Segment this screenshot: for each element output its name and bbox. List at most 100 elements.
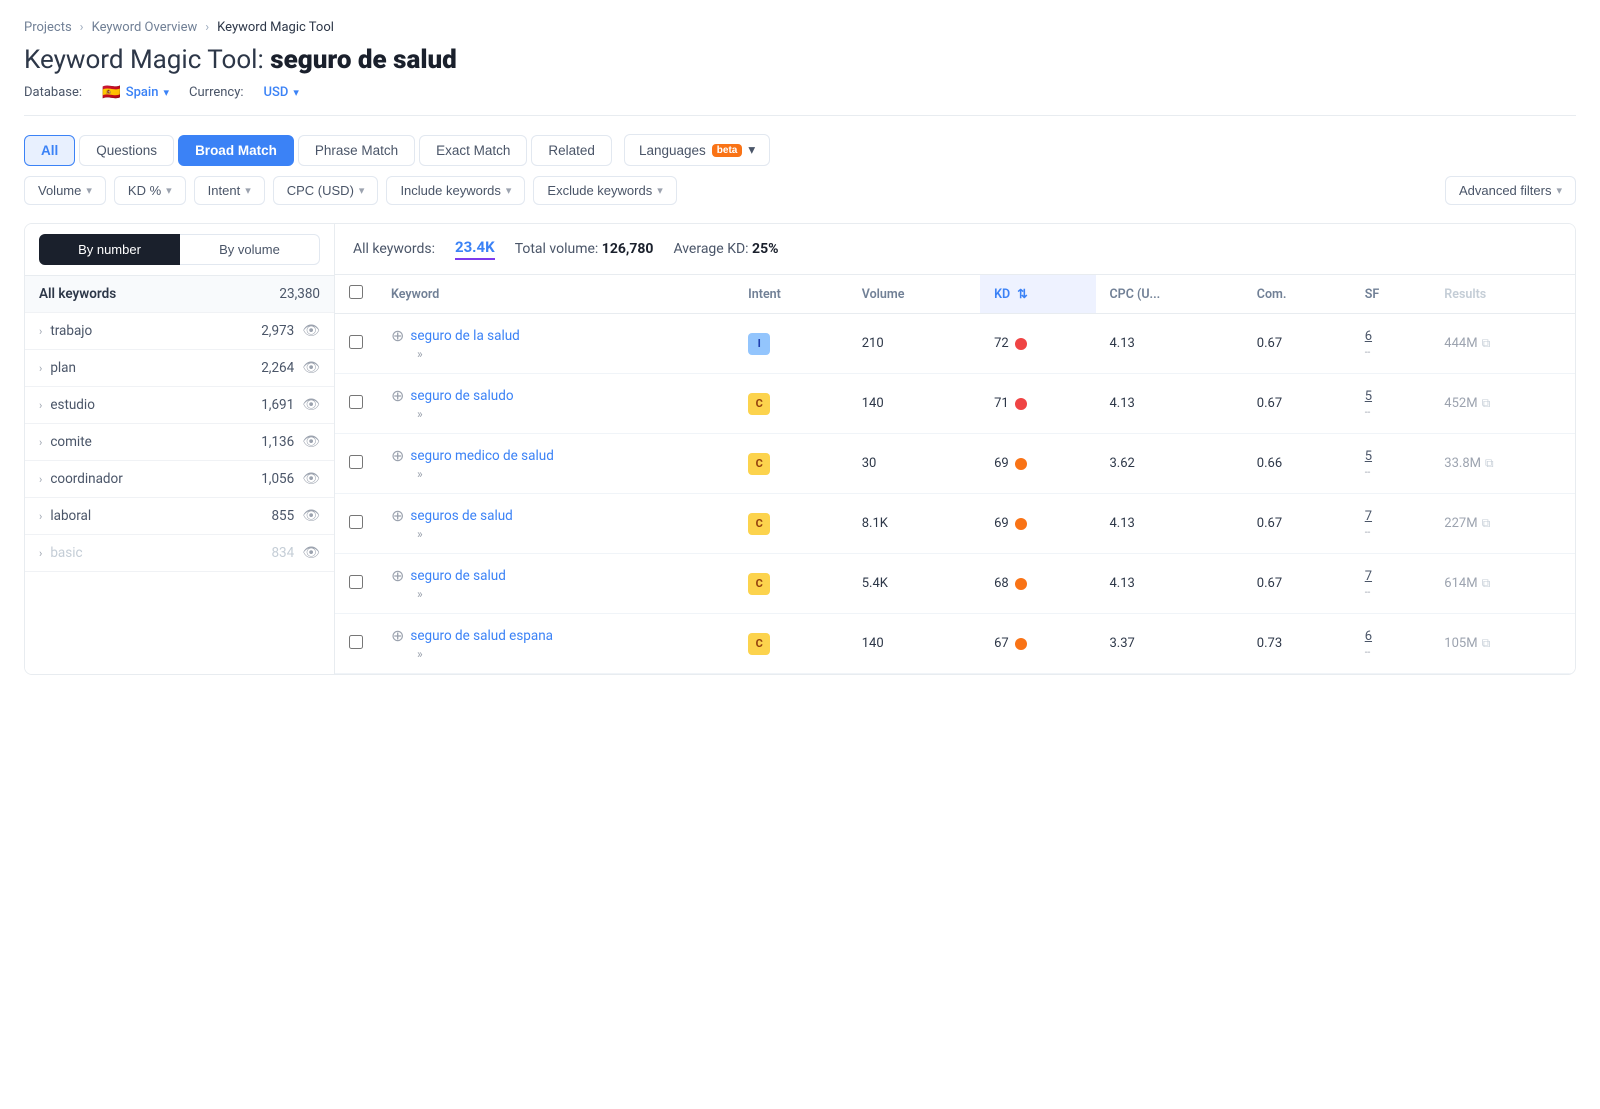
eye-icon[interactable]: 👁 <box>302 508 320 524</box>
eye-icon[interactable]: 👁 <box>302 471 320 487</box>
external-icon: ⧉ <box>1482 636 1491 651</box>
left-list-item[interactable]: › basic 834 👁 <box>25 535 334 572</box>
eye-icon[interactable]: 👁 <box>302 397 320 413</box>
flag-icon: 🇪🇸 <box>102 83 121 101</box>
com-cell: 0.73 <box>1243 614 1351 674</box>
sf-value[interactable]: 7 <box>1365 569 1372 584</box>
sf-value[interactable]: 6 <box>1365 629 1372 644</box>
left-list-item[interactable]: › plan 2,264 👁 <box>25 350 334 387</box>
currency-selector[interactable]: USD ▾ <box>264 85 299 100</box>
sf-cell: 7 -- <box>1351 494 1431 554</box>
kd-cell: 68 <box>980 554 1095 614</box>
keyword-link[interactable]: seguro de salud espana <box>410 628 553 644</box>
all-keywords-row[interactable]: All keywords 23,380 <box>25 276 334 313</box>
breadcrumb-projects[interactable]: Projects <box>24 20 72 35</box>
left-list-item[interactable]: › trabajo 2,973 👁 <box>25 313 334 350</box>
chevron-right-icon: › <box>39 325 42 338</box>
kd-cell: 69 <box>980 494 1095 554</box>
keyword-link[interactable]: seguro de la salud <box>410 328 519 344</box>
volume-cell: 30 <box>848 434 980 494</box>
left-list-item[interactable]: › laboral 855 👁 <box>25 498 334 535</box>
com-column-header[interactable]: Com. <box>1243 275 1351 314</box>
select-all-checkbox[interactable] <box>349 285 363 299</box>
left-item-count: 834 👁 <box>271 545 320 561</box>
advanced-filters-button[interactable]: Advanced filters ▾ <box>1445 176 1576 205</box>
chevron-down-icon: ▾ <box>245 184 251 197</box>
left-list-item[interactable]: › comite 1,136 👁 <box>25 424 334 461</box>
by-number-button[interactable]: By number <box>39 234 180 265</box>
add-icon[interactable]: ⊕ <box>391 386 404 405</box>
left-list-item[interactable]: › coordinador 1,056 👁 <box>25 461 334 498</box>
sf-column-header[interactable]: SF <box>1351 275 1431 314</box>
db-selector[interactable]: 🇪🇸 Spain ▾ <box>102 83 169 101</box>
cpc-cell: 4.13 <box>1096 554 1243 614</box>
left-item-label: › plan <box>39 360 76 376</box>
sf-dash: -- <box>1365 347 1371 358</box>
keyword-link[interactable]: seguros de salud <box>410 508 512 524</box>
add-icon[interactable]: ⊕ <box>391 446 404 465</box>
left-list-item[interactable]: › estudio 1,691 👁 <box>25 387 334 424</box>
kd-column-header[interactable]: KD ⇅ <box>980 275 1095 314</box>
volume-column-header[interactable]: Volume <box>848 275 980 314</box>
row-checkbox[interactable] <box>349 455 363 469</box>
row-checkbox-cell <box>335 314 377 374</box>
left-item-text: basic <box>50 545 82 561</box>
chevron-down-icon: ▾ <box>506 184 512 197</box>
sf-value[interactable]: 7 <box>1365 509 1372 524</box>
sf-value[interactable]: 6 <box>1365 329 1372 344</box>
all-keywords-label: All keywords <box>39 286 116 302</box>
add-icon[interactable]: ⊕ <box>391 626 404 645</box>
cpc-column-header[interactable]: CPC (U... <box>1096 275 1243 314</box>
sf-cell: 5 -- <box>1351 434 1431 494</box>
by-volume-button[interactable]: By volume <box>180 234 320 265</box>
exclude-keywords-filter[interactable]: Exclude keywords ▾ <box>533 176 676 205</box>
row-checkbox[interactable] <box>349 635 363 649</box>
keyword-column-header[interactable]: Keyword <box>377 275 734 314</box>
intent-filter[interactable]: Intent ▾ <box>194 176 265 205</box>
tab-related[interactable]: Related <box>531 135 612 166</box>
all-keywords-count-link[interactable]: 23.4K <box>455 238 495 260</box>
sf-value[interactable]: 5 <box>1365 389 1372 404</box>
tab-phrase-match[interactable]: Phrase Match <box>298 135 415 166</box>
tab-exact-match[interactable]: Exact Match <box>419 135 527 166</box>
com-cell: 0.67 <box>1243 554 1351 614</box>
table-row: ⊕ seguro medico de salud » C 30 69 3.62 … <box>335 434 1575 494</box>
row-checkbox[interactable] <box>349 395 363 409</box>
eye-icon[interactable]: 👁 <box>302 360 320 376</box>
left-item-text: comite <box>50 434 91 450</box>
eye-icon[interactable]: 👁 <box>302 434 320 450</box>
chevron-down-icon: ▾ <box>657 184 663 197</box>
row-checkbox[interactable] <box>349 515 363 529</box>
keyword-cell: ⊕ seguros de salud » <box>377 494 734 554</box>
add-icon[interactable]: ⊕ <box>391 566 404 585</box>
tab-questions[interactable]: Questions <box>79 135 174 166</box>
tab-all[interactable]: All <box>24 135 75 166</box>
volume-filter[interactable]: Volume ▾ <box>24 176 106 205</box>
row-checkbox[interactable] <box>349 335 363 349</box>
row-checkbox-cell <box>335 554 377 614</box>
cpc-filter[interactable]: CPC (USD) ▾ <box>273 176 379 205</box>
sf-value[interactable]: 5 <box>1365 449 1372 464</box>
db-label: Database: <box>24 85 82 100</box>
breadcrumb-keyword-overview[interactable]: Keyword Overview <box>92 20 198 35</box>
eye-icon[interactable]: 👁 <box>302 323 320 339</box>
tab-broad-match[interactable]: Broad Match <box>178 135 294 166</box>
row-checkbox[interactable] <box>349 575 363 589</box>
keyword-arrows: » <box>417 527 720 541</box>
include-label: Include keywords <box>400 183 500 198</box>
keyword-link[interactable]: seguro medico de salud <box>410 448 553 464</box>
add-icon[interactable]: ⊕ <box>391 326 404 345</box>
left-item-count: 1,691 👁 <box>261 397 320 413</box>
languages-button[interactable]: Languages beta ▾ <box>624 134 770 166</box>
table-row: ⊕ seguro de salud espana » C 140 67 3.37… <box>335 614 1575 674</box>
keyword-link[interactable]: seguro de salud <box>410 568 505 584</box>
include-keywords-filter[interactable]: Include keywords ▾ <box>386 176 525 205</box>
add-icon[interactable]: ⊕ <box>391 506 404 525</box>
eye-icon[interactable]: 👁 <box>302 545 320 561</box>
results-cell: 444M ⧉ <box>1430 314 1575 374</box>
com-cell: 0.67 <box>1243 374 1351 434</box>
keyword-link[interactable]: seguro de saludo <box>410 388 513 404</box>
table-row: ⊕ seguro de salud » C 5.4K 68 4.13 0.67 … <box>335 554 1575 614</box>
intent-column-header[interactable]: Intent <box>734 275 848 314</box>
kd-filter[interactable]: KD % ▾ <box>114 176 186 205</box>
